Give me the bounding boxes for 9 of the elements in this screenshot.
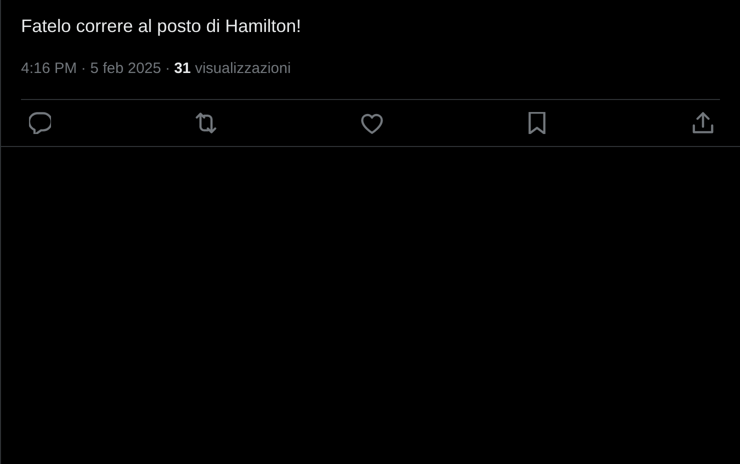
share-icon[interactable] (692, 112, 714, 134)
timestamp-link[interactable]: 4:16 PM · 5 feb 2025 (21, 60, 162, 77)
post-text: Fatelo correre al posto di Hamilton! (21, 15, 302, 38)
heart-icon[interactable] (360, 112, 382, 134)
bookmark-icon[interactable] (526, 112, 548, 134)
reply-icon[interactable] (29, 112, 51, 134)
repost-icon[interactable] (194, 112, 217, 134)
separator: · (165, 60, 170, 77)
view-count: 31 visualizzazioni (174, 60, 291, 77)
